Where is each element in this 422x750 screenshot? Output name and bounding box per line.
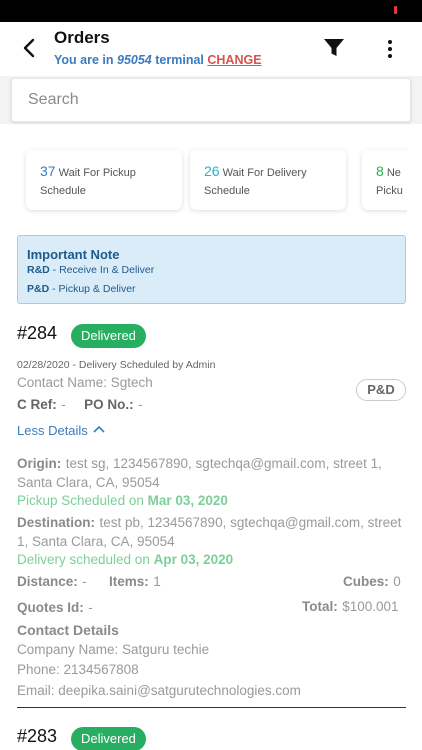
order-card[interactable]: #283 Delivered — [17, 726, 406, 750]
order-divider — [17, 707, 406, 708]
search-bar-container — [0, 76, 422, 124]
summary-label: Ne — [386, 167, 401, 179]
distance-label: Distance: — [17, 574, 78, 589]
note-line-rd: R&D - Receive In & Deliver — [27, 264, 396, 276]
summary-card-wait-delivery[interactable]: 26 Wait For Delivery Schedule — [190, 150, 346, 210]
cubes-label: Cubes: — [343, 574, 389, 589]
delivery-prefix: Delivery scheduled on — [17, 552, 150, 567]
filter-icon[interactable] — [323, 38, 345, 58]
total-label: Total: — [302, 599, 338, 614]
note-text: - Pickup & Deliver — [49, 283, 136, 295]
important-note: Important Note R&D - Receive In & Delive… — [17, 235, 406, 304]
po-label: PO No.: — [84, 397, 134, 412]
summary-label: Wait For Pickup — [58, 167, 136, 179]
order-id: #284 — [17, 323, 58, 343]
cubes-value: 0 — [393, 574, 401, 589]
status-bar — [0, 0, 422, 22]
schedule-info: 02/28/2020 - Delivery Scheduled by Admin — [17, 359, 216, 371]
battery-icon — [394, 6, 397, 14]
status-badge: Delivered — [71, 727, 146, 750]
items-field: Items: 1 — [109, 573, 161, 591]
more-options-icon[interactable] — [380, 38, 400, 60]
destination-row: Destination: test pb, 1234567890, sgtech… — [17, 513, 406, 551]
summary-count: 26 — [204, 163, 220, 179]
search-input[interactable] — [11, 78, 411, 122]
subtitle-prefix: You are in — [54, 53, 114, 67]
origin-row: Origin: test sg, 1234567890, sgtechqa@gm… — [17, 454, 406, 492]
summary-cards[interactable]: 37 Wait For Pickup Schedule 26 Wait For … — [0, 146, 407, 216]
po-value: - — [138, 397, 143, 412]
contact-email: Email: deepika.saini@satgurutechnologies… — [17, 683, 301, 698]
items-value: 1 — [153, 574, 161, 589]
c-ref-label: C Ref: — [17, 397, 57, 412]
change-terminal-link[interactable]: CHANGE — [207, 53, 261, 67]
quotes-label: Quotes Id: — [17, 600, 84, 615]
pickup-schedule: Pickup Scheduled on Mar 03, 2020 — [17, 493, 228, 508]
summary-label: Wait For Delivery — [222, 167, 307, 179]
summary-label-line2: Schedule — [204, 185, 250, 197]
order-card[interactable]: #284 Delivered 02/28/2020 - Delivery Sch… — [17, 323, 406, 713]
subtitle-suffix: terminal — [155, 53, 204, 67]
reference-row: C Ref: - PO No.: - — [17, 396, 143, 414]
chevron-up-icon[interactable] — [92, 424, 106, 434]
order-type-badge: P&D — [356, 379, 406, 401]
summary-label-line2: Picku — [376, 185, 403, 197]
c-ref-value: - — [61, 397, 66, 412]
note-line-pd: P&D - Pickup & Deliver — [27, 283, 396, 295]
status-badge: Delivered — [71, 324, 146, 348]
less-details-label[interactable]: Less Details — [17, 423, 88, 438]
note-code: R&D — [27, 264, 50, 276]
contact-details-heading: Contact Details — [17, 622, 119, 638]
origin-value: test sg, 1234567890, sgtechqa@gmail.com,… — [17, 456, 382, 490]
order-id: #283 — [17, 726, 58, 746]
summary-label-line2: Schedule — [40, 185, 86, 197]
back-arrow-icon[interactable] — [18, 36, 42, 60]
items-label: Items: — [109, 574, 149, 589]
origin-label: Origin: — [17, 456, 62, 471]
summary-card-wait-pickup[interactable]: 37 Wait For Pickup Schedule — [26, 150, 182, 210]
total-field: Total: $100.001 — [302, 598, 399, 616]
quotes-value: - — [88, 600, 93, 615]
note-code: P&D — [27, 283, 50, 295]
summary-count: 8 — [376, 163, 384, 179]
pickup-prefix: Pickup Scheduled on — [17, 493, 144, 508]
delivery-schedule: Delivery scheduled on Apr 03, 2020 — [17, 552, 233, 567]
summary-card-new-pickup[interactable]: 8 Ne Picku — [362, 150, 407, 210]
terminal-code: 95054 — [117, 53, 152, 67]
note-text: - Receive In & Deliver — [49, 264, 155, 276]
cubes-field: Cubes: 0 — [343, 573, 401, 591]
note-title: Important Note — [27, 247, 120, 262]
distance-field: Distance: - — [17, 573, 87, 591]
summary-count: 37 — [40, 163, 56, 179]
total-value: $100.001 — [342, 599, 399, 614]
pickup-date: Mar 03, 2020 — [147, 493, 228, 508]
destination-label: Destination: — [17, 515, 96, 530]
company-name: Company Name: Satguru techie — [17, 642, 210, 657]
contact-name: Contact Name: Sgtech — [17, 375, 153, 390]
distance-value: - — [82, 574, 87, 589]
quotes-field: Quotes Id: - — [17, 599, 93, 617]
terminal-subtitle: You are in 95054 terminal CHANGE — [54, 53, 262, 67]
page-title: Orders — [54, 28, 110, 47]
less-details-toggle[interactable]: Less Details — [17, 422, 106, 440]
delivery-date: Apr 03, 2020 — [153, 552, 234, 567]
app-header: Orders You are in 95054 terminal CHANGE — [0, 22, 422, 76]
contact-phone: Phone: 2134567808 — [17, 662, 139, 677]
